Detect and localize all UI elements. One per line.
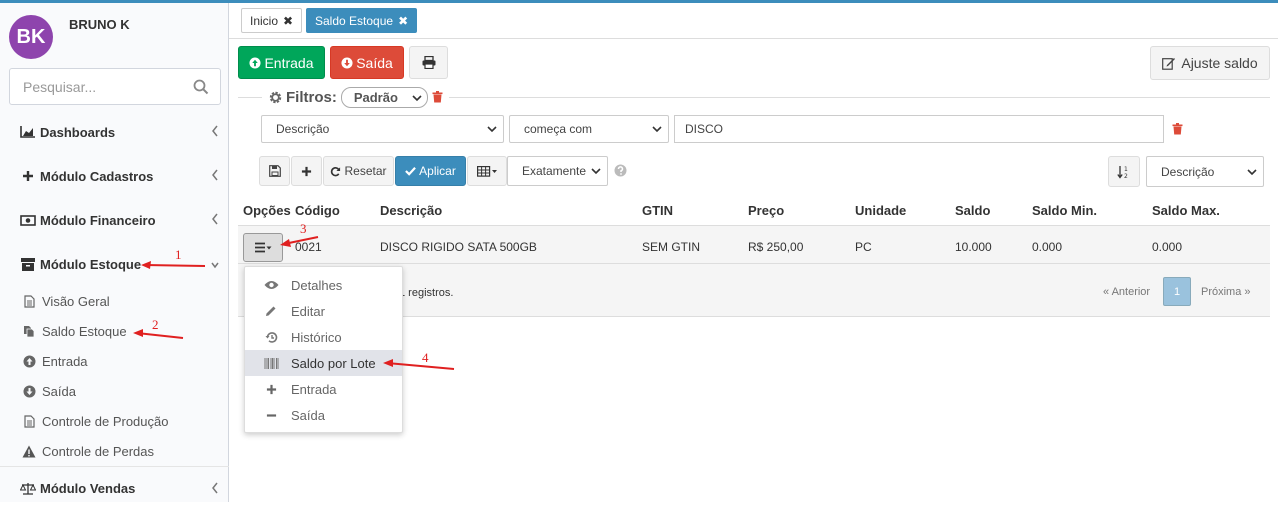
annotation-arrow [141, 261, 206, 269]
annotation-overlay [133, 236, 455, 370]
annotation-arrow [280, 236, 319, 247]
annotation-number: 1 [175, 247, 182, 262]
annotation-arrow [383, 359, 455, 370]
annotation-number: 2 [152, 317, 159, 332]
annotation-number: 4 [422, 350, 429, 365]
annotation-number: 3 [300, 221, 307, 236]
